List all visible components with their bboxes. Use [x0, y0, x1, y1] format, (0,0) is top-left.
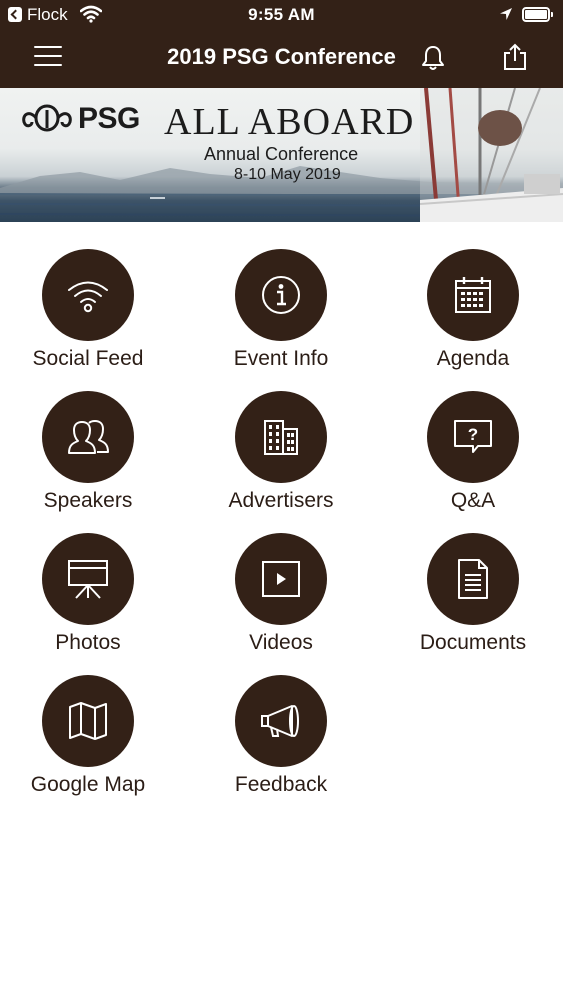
sailboat-graphic [420, 88, 563, 222]
map-icon [69, 702, 107, 740]
calendar-icon [455, 277, 491, 313]
svg-text:?: ? [468, 425, 478, 444]
question-bubble-icon: ? [454, 420, 492, 453]
location-arrow-icon [500, 8, 512, 20]
bell-icon[interactable] [420, 44, 446, 72]
tile-documents[interactable]: Documents [379, 533, 563, 655]
tile-circle [42, 675, 134, 767]
app-screen: Flock 9:55 AM 2019 PSG Conference PSG AL… [0, 0, 563, 1000]
tile-label: Agenda [436, 347, 510, 370]
tile-label: Event Info [233, 347, 329, 370]
tile-circle [235, 249, 327, 341]
people-icon [68, 420, 109, 454]
tile-label: Social Feed [32, 347, 144, 370]
tile-circle: ? [427, 391, 519, 483]
presentation-icon [68, 560, 108, 599]
top-bar: Flock 9:55 AM 2019 PSG Conference [0, 0, 563, 88]
tile-label: Speakers [43, 489, 133, 512]
tile-label: Q&A [450, 489, 496, 512]
tile-label: Photos [55, 631, 121, 654]
tile-photos[interactable]: Photos [0, 533, 182, 655]
banner-subtitle: Annual Conference [204, 144, 359, 164]
conference-banner: PSG ALL ABOARD Annual Conference 8-10 Ma… [0, 88, 563, 222]
tile-circle [235, 675, 327, 767]
tile-event-info[interactable]: Event Info [187, 249, 375, 371]
share-icon[interactable] [501, 42, 529, 72]
battery-icon [522, 7, 553, 22]
tile-circle [427, 533, 519, 625]
document-icon [458, 559, 488, 599]
tile-label: Feedback [234, 773, 328, 796]
tile-circle [427, 249, 519, 341]
megaphone-icon [261, 705, 299, 737]
building-icon [264, 420, 298, 455]
tile-social-feed[interactable]: Social Feed [0, 249, 182, 371]
tile-circle [235, 533, 327, 625]
status-bar: Flock 9:55 AM [0, 0, 563, 30]
play-icon [262, 561, 300, 597]
info-icon [262, 276, 300, 314]
banner-dates: 8-10 May 2019 [234, 166, 341, 183]
banner-headline: ALL ABOARD [164, 101, 415, 143]
wifi-icon [68, 281, 108, 313]
tile-label: Advertisers [228, 489, 334, 512]
tile-label: Videos [249, 631, 313, 654]
tile-videos[interactable]: Videos [187, 533, 375, 655]
psg-logo-icon [22, 104, 72, 132]
tile-speakers[interactable]: Speakers [0, 391, 182, 513]
tile-agenda[interactable]: Agenda [379, 249, 563, 371]
tile-circle [235, 391, 327, 483]
tile-qa[interactable]: ? Q&A [379, 391, 563, 513]
tile-circle [42, 249, 134, 341]
tile-circle [42, 533, 134, 625]
tile-advertisers[interactable]: Advertisers [187, 391, 375, 513]
page-title: 2019 PSG Conference [167, 44, 396, 69]
tile-feedback[interactable]: Feedback [187, 675, 375, 797]
navigation-bar: 2019 PSG Conference [0, 30, 563, 88]
logo-text: PSG [78, 102, 140, 135]
tile-circle [42, 391, 134, 483]
tile-label: Google Map [30, 773, 146, 796]
clock: 9:55 AM [248, 5, 315, 24]
tile-label: Documents [419, 631, 527, 654]
tile-google-map[interactable]: Google Map [0, 675, 182, 797]
